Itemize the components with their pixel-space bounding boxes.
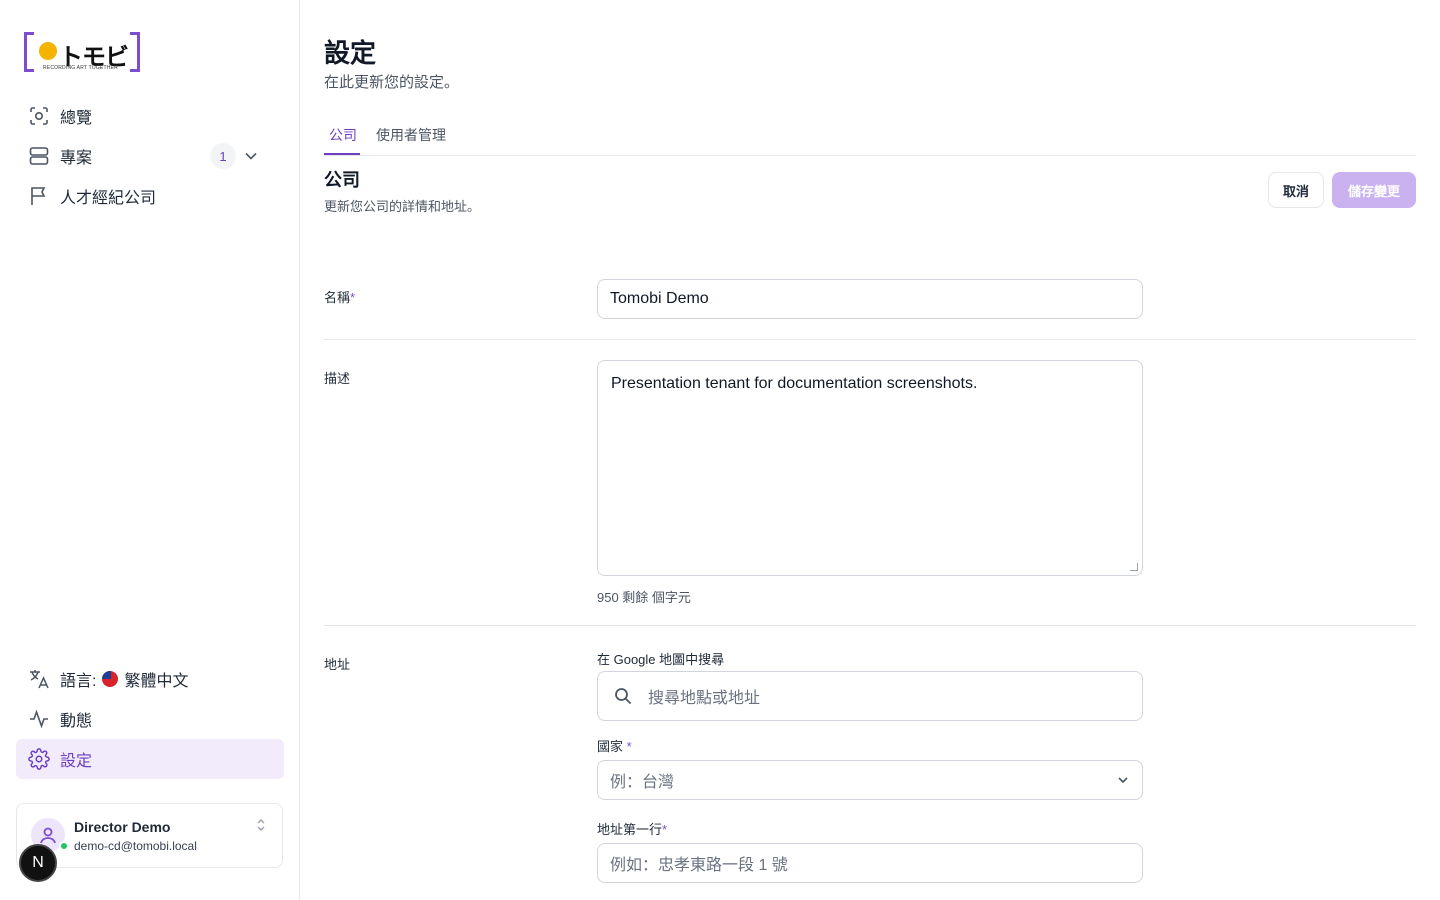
secondary-nav: 語言: 繁體中文 動態 設定 <box>16 659 284 779</box>
chevron-up-down-icon <box>256 818 266 834</box>
logo-bracket-left <box>24 32 34 72</box>
logo-dot <box>39 42 57 60</box>
tab-user-management[interactable]: 使用者管理 <box>376 125 446 145</box>
language-label: 語言: <box>60 673 97 690</box>
logo-bracket-right <box>130 32 140 72</box>
search-icon <box>614 687 632 705</box>
user-email: demo-cd@tomobi.local <box>74 839 197 853</box>
cancel-button[interactable]: 取消 <box>1268 172 1324 208</box>
save-changes-button[interactable]: 儲存變更 <box>1332 172 1416 208</box>
primary-nav: 總覽 專案 1 人才經紀公司 <box>16 96 284 216</box>
divider <box>324 625 1416 626</box>
google-search-label: 在 Google 地圖中搜尋 <box>597 652 725 667</box>
translate-icon <box>28 668 50 690</box>
address-line1-placeholder: 例如：忠孝東路一段 1 號 <box>610 857 788 874</box>
page-subtitle: 在此更新您的設定。 <box>324 74 460 91</box>
required-mark: * <box>350 290 356 305</box>
address-line1-label-text: 地址第一行 <box>597 822 663 837</box>
resize-handle[interactable] <box>1130 563 1138 571</box>
character-counter: 950 剩餘 個字元 <box>597 590 691 605</box>
user-name: Director Demo <box>74 819 171 835</box>
nav-item-projects[interactable]: 專案 1 <box>16 136 284 176</box>
sidebar: トモビ RECORDING ART TOGETHER 總覽 專案 1 人才經紀公… <box>0 0 300 900</box>
nav-label-activity: 動態 <box>60 713 93 730</box>
address-label: 地址 <box>324 657 351 672</box>
company-name-input[interactable]: Tomobi Demo <box>597 279 1143 319</box>
projects-icon <box>28 145 50 167</box>
logo-tagline: RECORDING ART TOGETHER <box>43 65 118 71</box>
description-textarea[interactable]: Presentation tenant for documentation sc… <box>597 360 1143 576</box>
tab-company[interactable]: 公司 <box>329 125 357 145</box>
description-value: Presentation tenant for documentation sc… <box>611 375 978 392</box>
nav-label-talent-agency: 人才經紀公司 <box>60 190 157 207</box>
nav-item-overview[interactable]: 總覽 <box>16 96 284 136</box>
nav-label-settings: 設定 <box>60 753 93 770</box>
chevron-down-icon[interactable] <box>244 149 258 163</box>
country-select[interactable]: 例：台灣 <box>597 760 1143 800</box>
required-mark: * <box>662 822 668 837</box>
overview-icon <box>28 105 50 127</box>
google-maps-search-input[interactable]: 搜尋地點或地址 <box>597 671 1143 721</box>
section-subtitle: 更新您公司的詳情和地址。 <box>324 199 481 214</box>
flag-icon <box>28 185 50 207</box>
name-label-text: 名稱 <box>324 290 351 305</box>
page-title: 設定 <box>324 38 377 68</box>
dev-tools-badge[interactable]: N <box>19 844 57 882</box>
required-mark: * <box>626 739 632 754</box>
gear-icon <box>28 748 50 770</box>
settings-tabs: 公司 使用者管理 <box>324 118 1416 156</box>
nav-item-talent-agency[interactable]: 人才經紀公司 <box>16 176 284 216</box>
google-search-placeholder: 搜尋地點或地址 <box>648 690 761 707</box>
nav-label-projects: 專案 <box>60 150 93 167</box>
description-label: 描述 <box>324 371 351 386</box>
section-title: 公司 <box>324 170 360 190</box>
language-switcher[interactable]: 語言: 繁體中文 <box>16 659 284 699</box>
projects-count-badge: 1 <box>210 143 236 169</box>
activity-icon <box>28 708 50 730</box>
online-status-dot <box>59 841 69 851</box>
country-label: 國家 * <box>597 736 632 755</box>
company-name-value: Tomobi Demo <box>610 290 709 307</box>
name-label: 名稱* <box>324 287 355 306</box>
nav-label-overview: 總覽 <box>60 110 93 127</box>
brand-logo[interactable]: トモビ RECORDING ART TOGETHER <box>24 32 140 74</box>
taiwan-flag-icon <box>102 671 119 687</box>
address-line1-label: 地址第一行* <box>597 819 667 838</box>
active-tab-indicator <box>324 153 360 155</box>
nav-item-activity[interactable]: 動態 <box>16 699 284 739</box>
country-placeholder: 例：台灣 <box>610 774 675 791</box>
nav-item-settings[interactable]: 設定 <box>16 739 284 779</box>
language-value: 繁體中文 <box>124 673 189 690</box>
country-label-text: 國家 <box>597 739 624 754</box>
divider <box>324 339 1416 340</box>
address-line1-input[interactable]: 例如：忠孝東路一段 1 號 <box>597 843 1143 883</box>
chevron-down-icon <box>1116 773 1130 787</box>
